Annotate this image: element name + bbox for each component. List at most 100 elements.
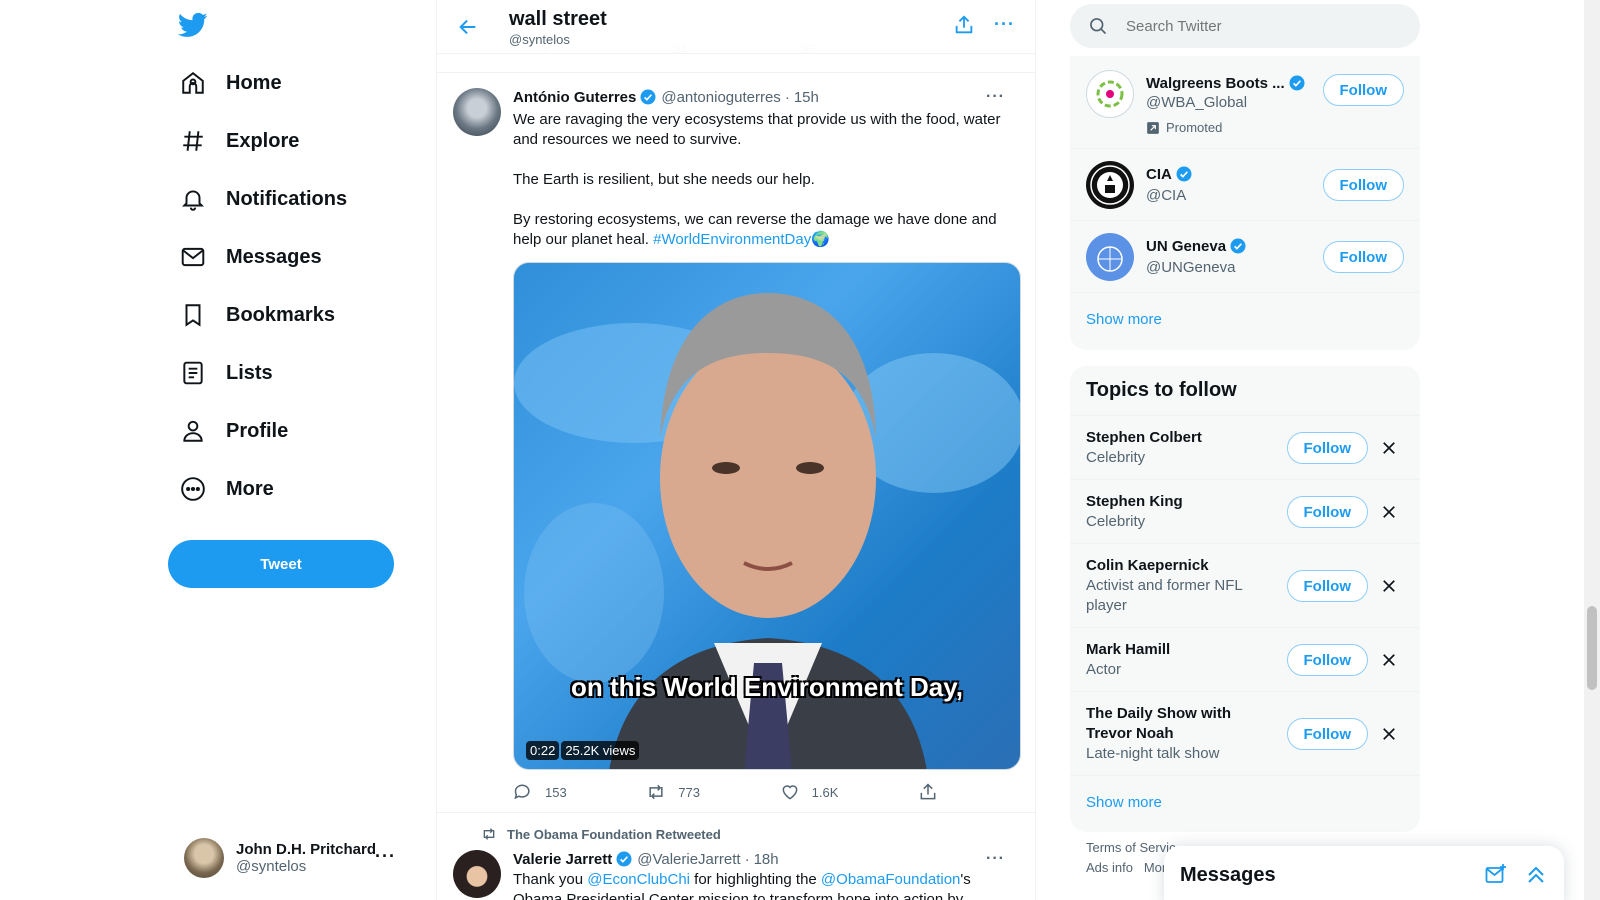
heart-icon (782, 785, 798, 800)
avatar (1086, 161, 1134, 209)
topic-item[interactable]: Mark Hamill Actor Follow (1070, 628, 1420, 692)
who-to-follow-name: UN Geneva (1146, 237, 1251, 255)
search-input[interactable] (1126, 17, 1386, 35)
nav-bookmarks-label: Bookmarks (226, 303, 335, 326)
topic-item[interactable]: The Daily Show with Trevor Noah Late-nig… (1070, 692, 1420, 776)
nav-notifications[interactable]: Notifications (168, 174, 347, 224)
topic-item[interactable]: Colin Kaepernick Activist and former NFL… (1070, 544, 1420, 628)
nav-home[interactable]: Home (168, 58, 282, 108)
like-button[interactable]: 1.6K (780, 782, 839, 802)
chevron-up-icon[interactable] (1524, 862, 1548, 891)
topic-category: Celebrity (1086, 449, 1146, 466)
footer-link[interactable]: Terms of Servic (1086, 838, 1176, 858)
more-icon[interactable]: ··· (986, 850, 1005, 868)
video-caption: on this World Environment Day, (571, 672, 963, 702)
nav-lists[interactable]: Lists (168, 348, 273, 398)
mention-link[interactable]: @ObamaFoundation (821, 871, 960, 888)
topic-item[interactable]: Stephen King Celebrity Follow (1070, 480, 1420, 544)
dismiss-x-icon[interactable] (1374, 433, 1404, 463)
hashtag-link[interactable]: #WorldEnvironmentDay (653, 231, 811, 248)
tweet-paragraph: We are ravaging the very ecosystems that… (513, 111, 1005, 148)
back-arrow-icon[interactable] (453, 12, 483, 42)
avatar (1086, 70, 1134, 118)
retweeted-by-line[interactable]: The Obama Foundation Retweeted (481, 826, 721, 842)
follow-button[interactable]: Follow (1286, 432, 1368, 464)
account-handle: @syntelos (236, 858, 307, 875)
share-button[interactable] (918, 782, 938, 802)
video-info-badge: 0:22 25.2K views (526, 741, 640, 760)
video-duration: 0:22 (526, 741, 560, 760)
tweet-text-part: Thank you (513, 871, 588, 888)
reply-button[interactable]: 153 (513, 782, 567, 802)
nav-profile[interactable]: Profile (168, 406, 288, 456)
who-to-follow-item[interactable]: UN Geneva @UNGeneva Follow (1070, 221, 1420, 293)
topic-item[interactable]: Stephen Colbert Celebrity Follow (1070, 416, 1420, 480)
page-title: wall street (509, 8, 607, 30)
who-to-follow-item[interactable]: Walgreens Boots ... @WBA_Global Promoted… (1070, 56, 1420, 149)
page-subtitle: @syntelos (509, 32, 570, 47)
tweet-timestamp[interactable]: 15h (794, 89, 819, 106)
avatar[interactable] (453, 88, 501, 136)
scrollbar-thumb[interactable] (1587, 606, 1597, 690)
tweet-text: Thank you @EconClubChi for highlighting … (513, 870, 1021, 900)
scrollbar[interactable] (1584, 0, 1600, 900)
promoted-text: Promoted (1166, 120, 1223, 135)
follow-button[interactable]: Follow (1322, 74, 1404, 106)
dismiss-x-icon[interactable] (1374, 497, 1404, 527)
new-message-icon[interactable] (1484, 862, 1508, 891)
footer-links: Terms of Servic Ads info More (1086, 838, 1176, 878)
share-icon[interactable] (953, 14, 975, 41)
share-icon (920, 783, 936, 800)
footer-link[interactable]: Ads info (1086, 860, 1133, 875)
bell-icon (168, 174, 218, 224)
globe-emoji: 🌍 (811, 231, 830, 248)
search-box[interactable] (1070, 4, 1420, 48)
page-header: wall street @syntelos ··· (437, 0, 1035, 54)
topic-category: Actor (1086, 661, 1122, 678)
nav-messages[interactable]: Messages (168, 232, 322, 282)
tweet-author-handle[interactable]: @antonioguterres (661, 89, 780, 106)
verified-badge-icon (640, 89, 656, 105)
dismiss-x-icon[interactable] (1374, 645, 1404, 675)
messages-drawer[interactable]: Messages (1164, 846, 1564, 900)
account-handle: @WBA_Global (1146, 94, 1248, 111)
tweet-button[interactable]: Tweet (168, 540, 394, 588)
avatar[interactable] (453, 850, 501, 898)
envelope-icon (168, 232, 218, 282)
tweet-author-name[interactable]: Valerie Jarrett (513, 851, 612, 868)
account-name: Walgreens Boots ... (1146, 74, 1285, 92)
more-icon[interactable]: ··· (994, 14, 1015, 35)
nav-explore[interactable]: Explore (168, 116, 299, 166)
follow-button[interactable]: Follow (1286, 496, 1368, 528)
main-timeline: wall street @syntelos ··· 3 34 95 Antóni… (436, 0, 1036, 900)
who-to-follow-item[interactable]: CIA @CIA Follow (1070, 149, 1420, 221)
more-icon[interactable]: ··· (986, 88, 1005, 106)
nav-more[interactable]: More (168, 464, 274, 514)
nav-bookmarks[interactable]: Bookmarks (168, 290, 335, 340)
follow-button[interactable]: Follow (1286, 570, 1368, 602)
nav-more-label: More (226, 477, 274, 500)
account-handle: @CIA (1146, 187, 1187, 204)
tweet-header: António Guterres @antonioguterres · 15h (513, 88, 1021, 106)
tweet-text-part: for highlighting the (690, 871, 821, 888)
account-switcher[interactable]: John D.H. Pritchard @syntelos ··· (168, 830, 408, 886)
follow-button[interactable]: Follow (1322, 169, 1404, 201)
follow-button[interactable]: Follow (1286, 644, 1368, 676)
right-sidebar: Walgreens Boots ... @WBA_Global Promoted… (1070, 0, 1420, 900)
nav-profile-label: Profile (226, 419, 289, 442)
topic-name: Colin Kaepernick (1086, 557, 1209, 574)
like-count: 1.6K (811, 784, 839, 800)
retweet-button[interactable]: 773 (646, 782, 700, 802)
show-more-link[interactable]: Show more (1070, 293, 1420, 345)
tweet-author-name[interactable]: António Guterres (513, 89, 636, 106)
dismiss-x-icon[interactable] (1374, 571, 1404, 601)
mention-link[interactable]: @EconClubChi (587, 871, 690, 888)
follow-button[interactable]: Follow (1286, 718, 1368, 750)
video-player[interactable]: on this World Environment Day, 0:22 25.2… (513, 262, 1021, 770)
follow-button[interactable]: Follow (1322, 241, 1404, 273)
twitter-logo-icon[interactable] (177, 10, 210, 42)
show-more-link[interactable]: Show more (1070, 776, 1420, 828)
tweet-author-handle[interactable]: @ValerieJarrett (637, 851, 740, 868)
dismiss-x-icon[interactable] (1374, 719, 1404, 749)
tweet-timestamp[interactable]: 18h (754, 851, 779, 868)
